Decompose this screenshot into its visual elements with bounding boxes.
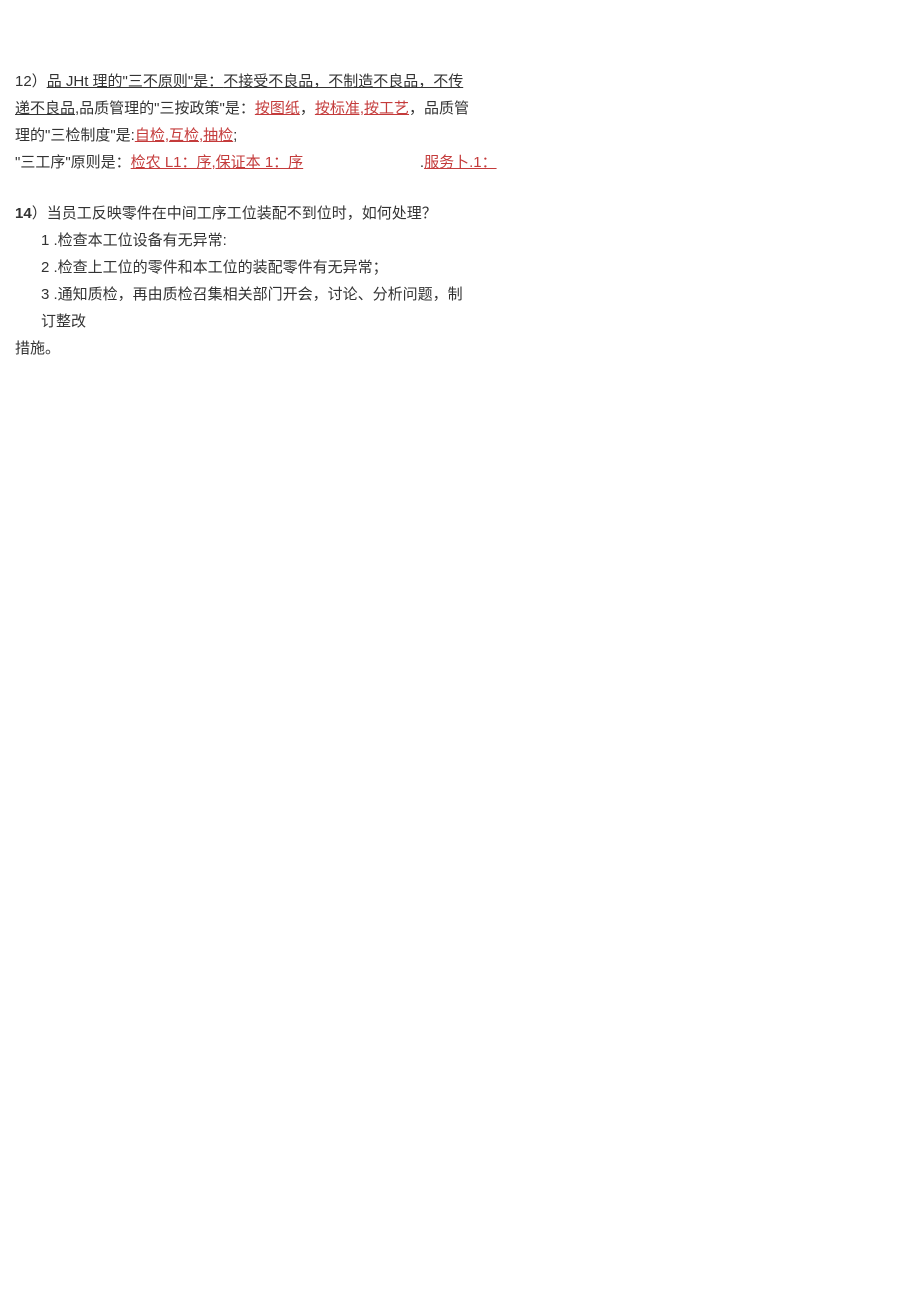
q14-block: 14）当员工反映零件在中间工序工位装配不到位时，如何处理？ 1 .检查本工位设备… (15, 200, 475, 362)
q12-phrase-sanan: ,品质管理的"三按政策"是： (75, 100, 255, 117)
q14-heading-text: ）当员工反映零件在中间工序工位装配不到位时，如何处理？ (32, 205, 437, 222)
q14-item-1: 1 .检查本工位设备有无异常: (15, 227, 475, 254)
q14-item-2: 2 .检查上工位的零件和本工位的装配零件有无异常； (15, 254, 475, 281)
q12-ans-sangongxu: 检农 L1：序,保证本 1：序 (131, 154, 304, 171)
q12-ans-sanjian: 自检,互检,抽检 (135, 127, 233, 144)
q12-block: 12）品 JHt 理的"三不原则"是：不接受不良品，不制造不良品，不传递不良品,… (15, 68, 475, 149)
q12-ans-tuzhi: 按图纸 (255, 100, 300, 117)
q14-item-3-wrap: 措施。 (15, 335, 475, 362)
q14-item-3: 3 .通知质检，再由质检召集相关部门开会，讨论、分析问题，制订整改 (15, 281, 475, 335)
q12-comma1: ， (300, 100, 315, 117)
q12-gap (303, 149, 420, 176)
q12-phrase-sangongxu: "三工序"原则是： (15, 154, 131, 171)
q14-heading: 14）当员工反映零件在中间工序工位装配不到位时，如何处理？ (15, 200, 475, 227)
q12-semi: ; (233, 127, 237, 144)
q12-ans-biaozhun: 按标准,按工艺 (315, 100, 409, 117)
q14-num: 14 (15, 205, 32, 222)
document-page: 12）品 JHt 理的"三不原则"是：不接受不良品，不制造不良品，不传递不良品,… (0, 0, 920, 382)
q12-num: 12） (15, 73, 47, 90)
q12-phrase-sanbu: 品 JHt 理的"三不原则"是： (47, 73, 224, 90)
q12-line2: "三工序"原则是：检农 L1：序,保证本 1：序 .服务卜.1： (15, 149, 905, 176)
q12-ans-fuwu: 服务卜.1： (424, 154, 497, 171)
